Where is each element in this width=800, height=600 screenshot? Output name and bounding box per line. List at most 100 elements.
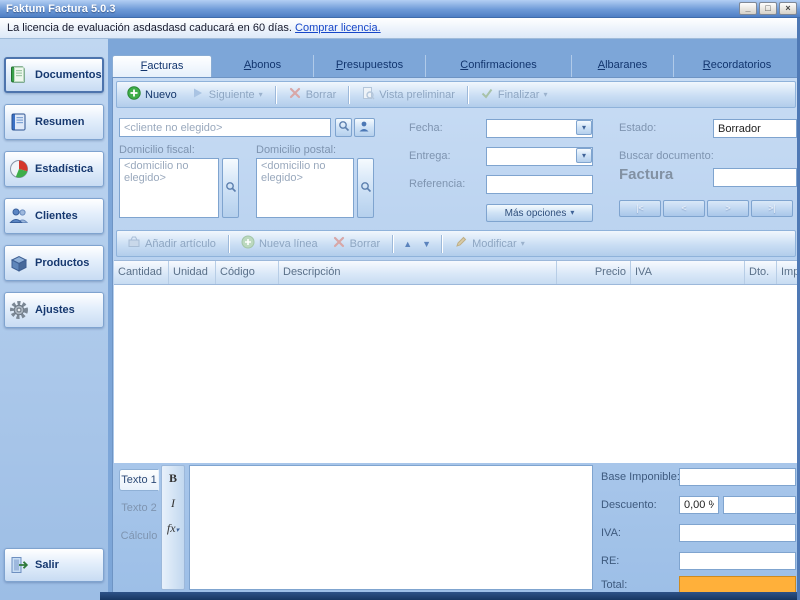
caret-down-icon: ▾ xyxy=(543,89,548,99)
anadir-articulo-button[interactable]: Añadir artículo xyxy=(121,232,222,255)
main-panel: Nuevo Siguiente ▾ Borrar Vista prelimina… xyxy=(112,77,800,592)
caret-down-icon: ▾ xyxy=(258,89,263,99)
exit-button-label: Salir xyxy=(35,559,59,571)
tab-texto-1[interactable]: Texto 1 xyxy=(119,469,159,491)
toolbar-separator xyxy=(466,85,468,104)
document-tabs: Facturas Abonos Presupuestos Confirmacio… xyxy=(112,55,800,77)
texto-1-textarea[interactable] xyxy=(189,465,593,590)
maximize-button[interactable]: □ xyxy=(759,2,777,15)
sidebar-item-clientes[interactable]: Clientes xyxy=(4,198,104,234)
items-table-header: Cantidad Unidad Código Descripción Preci… xyxy=(114,260,799,285)
borrar-linea-button[interactable]: Borrar xyxy=(326,232,387,255)
domicilio-postal-input[interactable] xyxy=(256,158,354,218)
vista-preliminar-button[interactable]: Vista preliminar xyxy=(355,83,461,106)
sidebar-item-documentos[interactable]: Documentos xyxy=(4,57,104,93)
re-label: RE: xyxy=(601,555,620,567)
delete-x-icon xyxy=(332,235,346,252)
descuento-label: Descuento: xyxy=(601,499,657,511)
sidebar-item-productos[interactable]: Productos xyxy=(4,245,104,281)
magnifier-icon xyxy=(338,120,350,135)
column-header-codigo[interactable]: Código xyxy=(216,261,279,284)
person-icon xyxy=(358,120,371,136)
italic-button[interactable]: I xyxy=(164,495,182,513)
buscar-documento-input[interactable] xyxy=(713,168,797,187)
nav-first-button[interactable]: |< xyxy=(619,200,661,217)
entrega-label: Entrega: xyxy=(409,150,451,162)
sidebar-item-resumen[interactable]: Resumen xyxy=(4,104,104,140)
nav-prev-button[interactable]: < xyxy=(663,200,705,217)
tab-calculo[interactable]: Cálculo xyxy=(119,525,159,547)
column-header-iva[interactable]: IVA xyxy=(631,261,745,284)
descuento-percent-input[interactable] xyxy=(679,496,719,514)
move-down-button[interactable]: ▼ xyxy=(418,236,435,252)
nav-next-button[interactable]: > xyxy=(707,200,749,217)
caret-down-icon: ▾ xyxy=(581,150,586,160)
tab-confirmaciones[interactable]: Confirmaciones xyxy=(426,55,572,77)
tab-facturas[interactable]: Facturas xyxy=(112,55,212,77)
siguiente-button[interactable]: Siguiente ▾ xyxy=(185,83,269,106)
fecha-dropdown-button[interactable]: ▾ xyxy=(576,120,592,135)
referencia-input[interactable] xyxy=(486,175,593,194)
new-line-plus-icon xyxy=(241,235,255,252)
license-bar: La licencia de evaluación asdasdasd cadu… xyxy=(0,18,800,39)
sidebar-item-estadistica[interactable]: Estadística xyxy=(4,151,104,187)
sidebar-item-label: Clientes xyxy=(35,210,78,222)
fecha-field: ▾ xyxy=(486,119,593,138)
tab-recordatorios[interactable]: Recordatorios xyxy=(674,55,800,77)
caret-down-icon: ▾ xyxy=(520,238,525,248)
nav-last-button[interactable]: >| xyxy=(751,200,793,217)
total-input[interactable] xyxy=(679,576,796,592)
finalize-check-icon xyxy=(480,86,494,103)
domicilio-fiscal-search-button[interactable] xyxy=(222,158,239,218)
toolbar-separator xyxy=(274,85,276,104)
exit-button[interactable]: Salir xyxy=(4,548,104,582)
formula-button[interactable]: fx▾ xyxy=(164,520,182,538)
estado-input[interactable] xyxy=(713,119,797,138)
summary-icon xyxy=(8,111,30,133)
cliente-search-button[interactable] xyxy=(335,118,352,137)
tab-presupuestos[interactable]: Presupuestos xyxy=(314,55,426,77)
text-format-toolbar: B I fx▾ xyxy=(161,465,185,590)
column-header-precio[interactable]: Precio xyxy=(557,261,631,284)
buy-license-link[interactable]: Comprar licencia. xyxy=(295,22,381,34)
tab-albaranes[interactable]: Albaranes xyxy=(572,55,674,77)
arrow-up-icon: ▲ xyxy=(403,238,413,249)
finalizar-button[interactable]: Finalizar ▾ xyxy=(474,83,554,106)
entrega-dropdown-button[interactable]: ▾ xyxy=(576,148,592,163)
move-up-button[interactable]: ▲ xyxy=(399,236,416,252)
column-header-descripcion[interactable]: Descripción xyxy=(279,261,557,284)
minimize-button[interactable]: _ xyxy=(739,2,757,15)
mas-opciones-button[interactable]: Más opciones ▾ xyxy=(486,204,593,222)
sidebar-item-ajustes[interactable]: Ajustes xyxy=(4,292,104,328)
column-header-unidad[interactable]: Unidad xyxy=(169,261,216,284)
titlebar: Faktum Factura 5.0.3 _ □ × xyxy=(0,0,800,18)
nueva-linea-button[interactable]: Nueva línea xyxy=(235,232,324,255)
borrar-button[interactable]: Borrar xyxy=(282,83,343,106)
modificar-button[interactable]: Modificar ▾ xyxy=(448,232,531,255)
cliente-input[interactable] xyxy=(119,118,331,137)
domicilio-postal-search-button[interactable] xyxy=(357,158,374,218)
tab-abonos[interactable]: Abonos xyxy=(212,55,314,77)
domicilio-fiscal-input[interactable] xyxy=(119,158,219,218)
nuevo-button[interactable]: Nuevo xyxy=(121,83,183,106)
tab-texto-2[interactable]: Texto 2 xyxy=(119,497,159,519)
cliente-add-button[interactable] xyxy=(354,118,375,137)
domicilio-postal-label: Domicilio postal: xyxy=(256,144,337,156)
column-header-dto[interactable]: Dto. xyxy=(745,261,777,284)
total-label: Total: xyxy=(601,579,628,591)
sidebar: Documentos Resumen Estadística Clientes … xyxy=(0,39,108,600)
estado-label: Estado: xyxy=(619,122,657,134)
base-imponible-label: Base Imponible: xyxy=(601,471,680,483)
base-imponible-input[interactable] xyxy=(679,468,796,486)
close-button[interactable]: × xyxy=(779,2,797,15)
sidebar-item-label: Estadística xyxy=(35,163,94,175)
re-input[interactable] xyxy=(679,552,796,570)
descuento-input[interactable] xyxy=(723,496,796,514)
iva-input[interactable] xyxy=(679,524,796,542)
bold-button[interactable]: B xyxy=(164,470,182,488)
window-controls: _ □ × xyxy=(739,2,797,15)
fecha-label: Fecha: xyxy=(409,122,443,134)
column-header-cantidad[interactable]: Cantidad xyxy=(114,261,169,284)
edit-pencil-icon xyxy=(454,235,468,252)
arrow-down-icon: ▼ xyxy=(422,238,432,249)
